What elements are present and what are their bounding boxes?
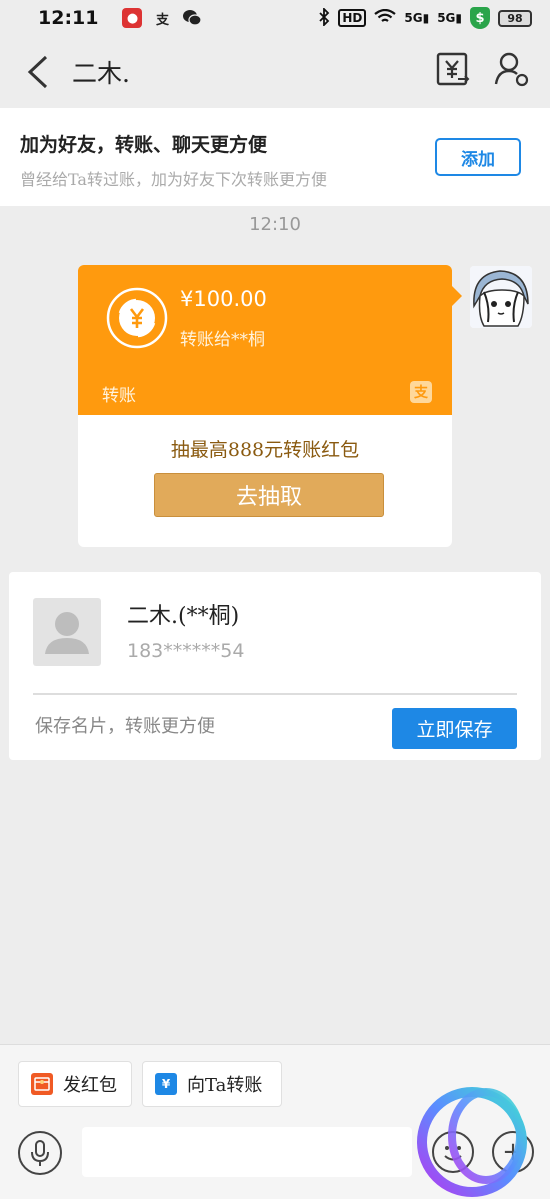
contact-phone: 183******54 (127, 640, 245, 662)
back-button[interactable] (20, 52, 56, 92)
status-bar: 12:11 ● 支 HD 5G▮ 5G▮ $ 98 (0, 0, 550, 36)
bubble-tail (452, 286, 462, 306)
chat-title: 二木. (72, 59, 130, 88)
more-options-button[interactable]: + (492, 1131, 534, 1173)
status-app-icons: ● 支 (122, 8, 203, 28)
transfer-amount: ¥100.00 (180, 287, 267, 311)
contact-avatar[interactable] (33, 598, 101, 666)
default-person-icon (45, 612, 89, 654)
hd-icon: HD (338, 9, 367, 27)
transfer-recipient: 转账给**桐 (180, 330, 265, 350)
red-packet-icon (31, 1073, 53, 1095)
add-friend-title: 加为好友，转账、聊天更方便 (20, 134, 268, 156)
wifi-icon (374, 8, 397, 28)
add-friend-subtitle: 曾经给Ta转过账，加为好友下次转账更方便 (20, 170, 327, 189)
transfer-message-card[interactable]: ¥100.00 转账给**桐 转账 支 抽最高888元转账红包 去抽取 (78, 265, 452, 547)
divider (33, 693, 517, 695)
signal-5g-icon: 5G▮ (404, 11, 430, 25)
microphone-icon (31, 1140, 49, 1166)
red-packet-promo: 抽最高888元转账红包 (170, 439, 360, 461)
person-settings-icon (494, 52, 529, 87)
smiley-icon (444, 1146, 462, 1161)
plus-icon: + (502, 1137, 524, 1167)
bluetooth-icon (318, 6, 330, 29)
emoji-button[interactable] (432, 1131, 474, 1173)
red-app-icon: ● (122, 8, 143, 28)
avatar[interactable] (470, 266, 532, 328)
save-contact-hint: 保存名片，转账更方便 (35, 716, 215, 737)
profile-button[interactable] (494, 52, 530, 88)
transfer-coin-icon (106, 287, 168, 349)
message-input[interactable] (82, 1127, 412, 1177)
wechat-icon (182, 8, 203, 28)
transfer-record-icon (436, 52, 470, 86)
battery-icon: 98 (498, 9, 532, 27)
message-timestamp: 12:10 (249, 214, 301, 235)
transfer-label: 转账 (102, 386, 136, 406)
draw-red-packet-button[interactable]: 去抽取 (154, 473, 384, 517)
contact-card: 二木.(**桐) 183******54 保存名片，转账更方便 立即保存 (9, 572, 541, 760)
bottom-input-panel: 发红包 ¥ 向Ta转账 + (0, 1044, 550, 1199)
contact-name: 二木.(**桐) (127, 604, 240, 629)
add-friend-button[interactable]: 添加 (435, 138, 521, 176)
transfer-card-header: ¥100.00 转账给**桐 转账 支 (78, 265, 452, 415)
chevron-left-icon (27, 55, 48, 89)
send-red-packet-button[interactable]: 发红包 (18, 1061, 132, 1107)
signal-5g-icon-2: 5G▮ (437, 11, 462, 25)
transfer-record-button[interactable] (436, 52, 470, 88)
alipay-icon: 支 (410, 381, 432, 403)
status-time: 12:11 (38, 7, 99, 29)
alipay-mini-icon: 支 (155, 12, 169, 28)
nav-bar: 二木. (0, 36, 550, 108)
send-red-packet-label: 发红包 (63, 1075, 117, 1096)
transfer-to-user-button[interactable]: ¥ 向Ta转账 (142, 1061, 282, 1107)
anime-avatar-icon (470, 266, 532, 328)
status-right: HD 5G▮ 5G▮ $ 98 (318, 6, 532, 29)
security-shield-icon: $ (470, 7, 490, 29)
transfer-to-user-label: 向Ta转账 (187, 1075, 263, 1096)
transfer-ticket-icon: ¥ (155, 1073, 177, 1095)
voice-input-button[interactable] (18, 1131, 62, 1175)
save-contact-button[interactable]: 立即保存 (392, 708, 517, 749)
add-friend-banner: 加为好友，转账、聊天更方便 曾经给Ta转过账，加为好友下次转账更方便 添加 (0, 108, 550, 206)
